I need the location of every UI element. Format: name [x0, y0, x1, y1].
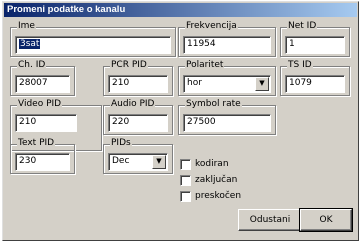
polaritet-group: Polaritet hor ▼	[178, 60, 276, 96]
pids-label: PIDs	[110, 138, 132, 149]
cancel-button[interactable]: Odustani	[238, 209, 302, 231]
text-pid-label: Text PID	[17, 138, 56, 149]
ts-id-label: TS ID	[287, 60, 313, 71]
net-id-input[interactable]: 1	[285, 36, 345, 54]
audio-pid-group: Audio PID 220	[103, 99, 173, 135]
preskocen-label: preskočen	[195, 191, 242, 201]
pids-group: PIDs Dec ▼	[103, 138, 173, 174]
ime-group: Ime 3sat	[10, 21, 176, 57]
ch-id-input[interactable]: 28007	[15, 75, 70, 93]
video-pid-label: Video PID	[17, 99, 63, 110]
net-id-label: Net ID	[287, 21, 318, 32]
ts-id-group: TS ID 1079	[280, 60, 350, 96]
net-id-group: Net ID 1	[280, 21, 350, 57]
ch-id-label: Ch. ID	[17, 60, 47, 71]
audio-pid-input[interactable]: 220	[108, 114, 168, 132]
text-pid-input[interactable]: 230	[15, 153, 70, 171]
window-title: Promeni podatke o kanalu	[7, 4, 126, 15]
ime-input[interactable]: 3sat	[15, 36, 171, 54]
ts-id-input[interactable]: 1079	[285, 75, 345, 93]
kodiran-checkbox[interactable]	[180, 159, 191, 170]
chevron-down-icon[interactable]: ▼	[255, 77, 269, 91]
pcr-pid-group: PCR PID 210	[103, 60, 173, 96]
frekvencija-label: Frekvencija	[185, 21, 238, 32]
frekvencija-input[interactable]: 11954	[183, 36, 271, 54]
ch-id-group: Ch. ID 28007	[10, 60, 75, 96]
edit-channel-dialog: Promeni podatke o kanalu Ime 3sat Frekve…	[2, 1, 359, 241]
ime-label: Ime	[17, 21, 36, 32]
preskocen-checkbox[interactable]	[180, 191, 191, 202]
video-pid-input[interactable]: 210	[15, 114, 77, 132]
chevron-down-icon[interactable]: ▼	[152, 155, 166, 169]
pcr-pid-label: PCR PID	[110, 60, 148, 71]
symbol-rate-group: Symbol rate 27500	[178, 99, 276, 135]
zakljucan-label: zaključan	[195, 175, 238, 185]
title-bar[interactable]: Promeni podatke o kanalu	[4, 3, 357, 17]
polaritet-select[interactable]: hor ▼	[183, 75, 271, 93]
polaritet-label: Polaritet	[185, 60, 225, 71]
pcr-pid-input[interactable]: 210	[108, 75, 168, 93]
pids-select[interactable]: Dec ▼	[108, 153, 168, 171]
frekvencija-group: Frekvencija 11954	[178, 21, 276, 57]
audio-pid-label: Audio PID	[110, 99, 156, 110]
zakljucan-checkbox[interactable]	[180, 175, 191, 186]
text-pid-group: Text PID 230	[10, 138, 75, 174]
symbol-rate-input[interactable]: 27500	[183, 114, 271, 132]
symbol-rate-label: Symbol rate	[185, 99, 242, 110]
kodiran-label: kodiran	[195, 159, 229, 169]
ok-button[interactable]: OK	[299, 208, 353, 232]
